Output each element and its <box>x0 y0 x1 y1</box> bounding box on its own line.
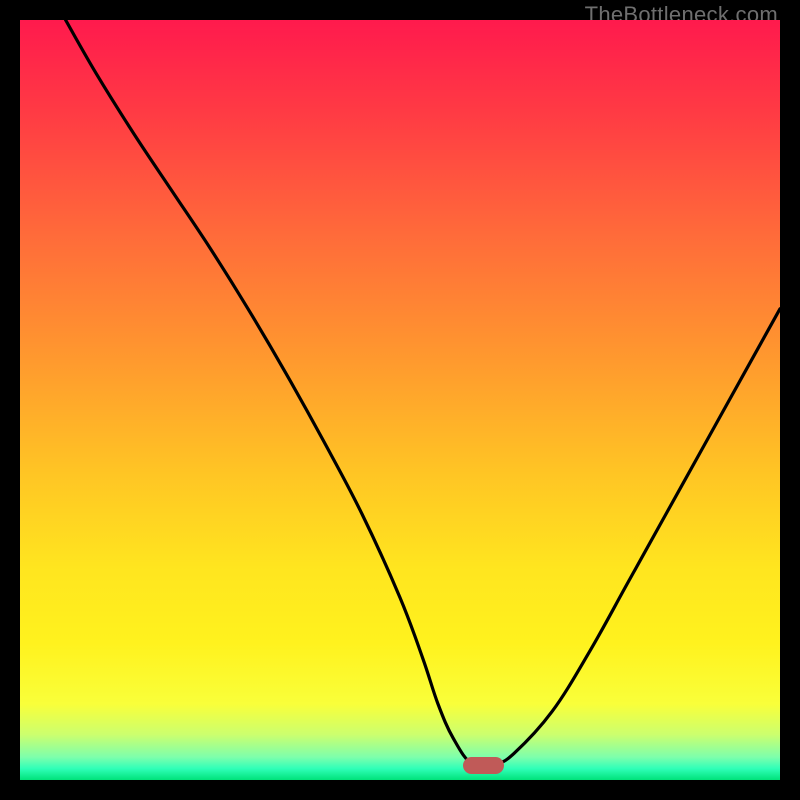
bottleneck-curve <box>20 20 780 780</box>
optimal-marker <box>463 757 505 774</box>
plot-area <box>20 20 780 780</box>
chart-frame: TheBottleneck.com <box>0 0 800 800</box>
